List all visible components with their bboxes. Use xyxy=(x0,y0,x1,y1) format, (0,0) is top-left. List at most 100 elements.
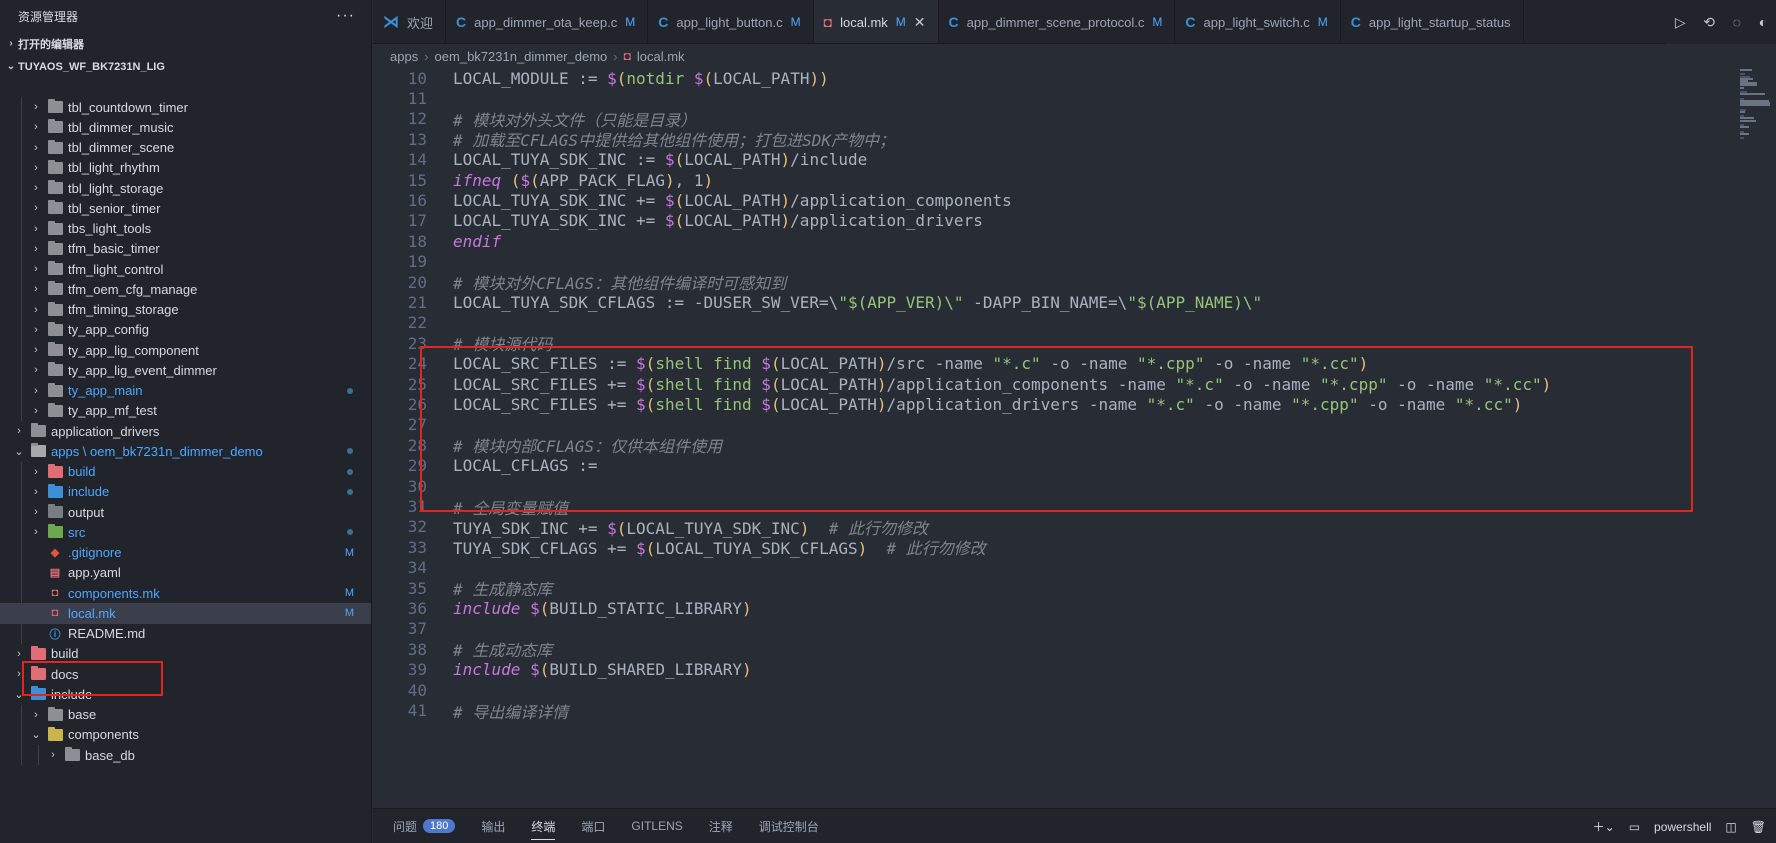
editor-tab[interactable]: Capp_light_switch.c M xyxy=(1175,0,1341,43)
tree-item[interactable]: › include xyxy=(0,481,371,502)
code-line[interactable]: 36 include $(BUILD_STATIC_LIBRARY) xyxy=(373,598,1713,618)
tree-item[interactable]: ◘ local.mk M xyxy=(0,603,371,624)
panel-tab[interactable]: GITLENS xyxy=(631,809,682,843)
code-line[interactable]: 12 # 模块对外头文件（只能是目录） xyxy=(373,109,1713,130)
code-line[interactable]: 22 xyxy=(373,313,1713,333)
tree-item[interactable]: › ty_app_main xyxy=(0,380,371,401)
code-line[interactable]: 27 xyxy=(373,415,1713,435)
tree-item[interactable]: › tbl_light_rhythm xyxy=(0,157,371,178)
code-editor[interactable]: 10 LOCAL_MODULE := $(notdir $(LOCAL_PATH)… xyxy=(373,67,1776,808)
close-icon[interactable]: ✕ xyxy=(914,14,926,31)
code-line[interactable]: 37 xyxy=(373,619,1713,639)
tree-item[interactable]: ⌄ components xyxy=(0,724,371,745)
tree-item[interactable]: › build xyxy=(0,644,371,664)
tree-item[interactable]: ◘ components.mk M xyxy=(0,583,371,604)
breadcrumb-file[interactable]: local.mk xyxy=(637,49,685,64)
tree-item[interactable]: › application_drivers xyxy=(0,421,371,441)
code-line[interactable]: 11 xyxy=(373,88,1713,108)
tree-item[interactable]: › ty_app_config xyxy=(0,319,371,340)
code-line[interactable]: 25 LOCAL_SRC_FILES += $(shell find $(LOCA… xyxy=(373,374,1713,394)
open-editors-section[interactable]: › 打开的编辑器 xyxy=(0,32,371,55)
tree-item[interactable]: › tbl_senior_timer xyxy=(0,198,371,219)
editor-tab[interactable]: Capp_light_startup_status xyxy=(1341,0,1524,43)
code-line[interactable]: 18 endif xyxy=(373,231,1713,251)
panel-tab[interactable]: 端口 xyxy=(581,809,605,843)
code-line[interactable]: 10 LOCAL_MODULE := $(notdir $(LOCAL_PATH)… xyxy=(373,68,1713,88)
tree-item[interactable]: › tfm_timing_storage xyxy=(0,299,371,320)
code-line[interactable]: 21 LOCAL_TUYA_SDK_CFLAGS := -DUSER_SW_VER… xyxy=(373,292,1713,312)
code-line[interactable]: 19 xyxy=(373,252,1713,272)
code-line[interactable]: 40 xyxy=(373,680,1713,700)
code-line[interactable]: 29 LOCAL_CFLAGS := xyxy=(373,456,1713,476)
code-line[interactable]: 32 TUYA_SDK_INC += $(LOCAL_TUYA_SDK_INC) … xyxy=(373,517,1713,538)
code-line[interactable]: 15 ifneq ($(APP_PACK_FLAG), 1) xyxy=(373,170,1713,190)
tree-item[interactable]: › tbl_countdown_timer xyxy=(0,97,371,118)
split-icon[interactable]: ◐ xyxy=(1759,14,1767,30)
more-actions-icon[interactable]: ··· xyxy=(336,7,355,25)
terminal-name[interactable]: powershell xyxy=(1654,820,1711,834)
tree-item[interactable]: › tbl_light_storage xyxy=(0,178,371,199)
tree-item[interactable]: › base xyxy=(0,704,371,725)
code-line[interactable]: 13 # 加载至CFLAGS中提供给其他组件使用；打包进SDK产物中； xyxy=(373,129,1713,151)
code-line[interactable]: 14 LOCAL_TUYA_SDK_INC := $(LOCAL_PATH)/in… xyxy=(373,150,1713,170)
tree-item[interactable]: ⌄ include xyxy=(0,684,371,704)
tree-item[interactable]: › ty_app_lig_event_dimmer xyxy=(0,360,371,381)
code-line[interactable]: 20 # 模块对外CFLAGS：其他组件编译时可感知到 xyxy=(373,272,1713,294)
indent-guide xyxy=(21,97,22,118)
line-number: 29 xyxy=(407,456,427,476)
tree-item[interactable]: › tbs_light_tools xyxy=(0,218,371,239)
workspace-section[interactable]: ⌄ TUYAOS_WF_BK7231N_LIG xyxy=(0,55,371,78)
split-terminal-icon[interactable]: ◫ xyxy=(1725,820,1736,834)
editor-tab[interactable]: ⋊ 欢迎 xyxy=(373,0,447,43)
code-line[interactable]: 41 # 导出编译详情 xyxy=(373,700,1713,722)
tree-item[interactable]: ◆ .gitignore M xyxy=(0,542,371,563)
tree-item[interactable]: › tbl_dimmer_scene xyxy=(0,137,371,158)
editor-tab[interactable]: ◘ local.mk M ✕ xyxy=(813,0,939,43)
editor-tab[interactable]: Capp_dimmer_ota_keep.c M xyxy=(446,0,649,43)
code-line[interactable]: 16 LOCAL_TUYA_SDK_INC += $(LOCAL_PATH)/ap… xyxy=(373,190,1713,210)
code-line[interactable]: 26 LOCAL_SRC_FILES += $(shell find $(LOCA… xyxy=(373,394,1713,414)
panel-tab[interactable]: 调试控制台 xyxy=(759,809,819,843)
code-line[interactable]: 34 xyxy=(373,558,1713,578)
code-line[interactable]: 17 LOCAL_TUYA_SDK_INC += $(LOCAL_PATH)/ap… xyxy=(373,211,1713,231)
breadcrumb-project[interactable]: oem_bk7231n_dimmer_demo xyxy=(435,49,608,64)
panel-tab[interactable]: 输出 xyxy=(481,809,505,843)
code-line[interactable]: 33 TUYA_SDK_CFLAGS += $(LOCAL_TUYA_SDK_CF… xyxy=(373,537,1713,559)
chevron-down-icon: ⌄ xyxy=(31,729,41,742)
tree-item[interactable]: › ty_app_mf_test xyxy=(0,400,371,421)
panel-tab[interactable]: 注释 xyxy=(709,809,733,843)
trash-icon[interactable]: 🗑 xyxy=(1751,820,1766,834)
tree-item[interactable]: › build xyxy=(0,461,371,482)
add-terminal-icon[interactable]: ＋⌄ xyxy=(1593,818,1615,835)
editor-tab[interactable]: Capp_dimmer_scene_protocol.c M xyxy=(939,0,1176,43)
code-line[interactable]: 31 # 全局变量赋值 xyxy=(373,496,1713,518)
tree-item[interactable]: › docs xyxy=(0,664,371,684)
code-line[interactable]: 24 LOCAL_SRC_FILES := $(shell find $(LOCA… xyxy=(373,354,1713,374)
editor-tab[interactable]: Capp_light_button.c M xyxy=(648,0,814,43)
tree-item[interactable]: › base_db xyxy=(0,745,371,766)
code-line[interactable]: 30 xyxy=(373,476,1713,496)
tree-item[interactable]: ⓘ README.md xyxy=(0,623,371,644)
run-icon[interactable]: ▷ xyxy=(1675,14,1686,31)
minimap[interactable] xyxy=(1740,67,1776,808)
compare-icon[interactable]: ⟲ xyxy=(1703,14,1715,31)
tree-item[interactable]: › src xyxy=(0,522,371,543)
tree-item-label: ty_app_config xyxy=(68,322,149,338)
tree-item[interactable]: › tfm_oem_cfg_manage xyxy=(0,279,371,300)
code-line[interactable]: 23 # 模块源代码 xyxy=(373,333,1713,355)
breadcrumb-apps[interactable]: apps xyxy=(390,49,418,64)
tree-item[interactable]: › output xyxy=(0,502,371,523)
tree-item[interactable]: › tbl_dimmer_music xyxy=(0,117,371,138)
tree-item[interactable]: › tfm_light_control xyxy=(0,259,371,280)
panel-tab[interactable]: 终端 xyxy=(531,809,556,843)
tree-item[interactable]: › tfm_basic_timer xyxy=(0,238,371,259)
code-line[interactable]: 38 # 生成动态库 xyxy=(373,639,1713,661)
panel-tab[interactable]: 问题 180 xyxy=(393,809,456,843)
tree-item[interactable]: ⌄ apps \ oem_bk7231n_dimmer_demo xyxy=(0,441,371,461)
code-line[interactable]: 39 include $(BUILD_SHARED_LIBRARY) xyxy=(373,660,1713,680)
tree-item[interactable]: ▤ app.yaml xyxy=(0,562,371,583)
code-line[interactable]: 28 # 模块内部CFLAGS：仅供本组件使用 xyxy=(373,435,1713,457)
source-control-icon[interactable]: ◌ xyxy=(1733,14,1741,30)
tree-item[interactable]: › ty_app_lig_component xyxy=(0,340,371,361)
code-line[interactable]: 35 # 生成静态库 xyxy=(373,578,1713,600)
